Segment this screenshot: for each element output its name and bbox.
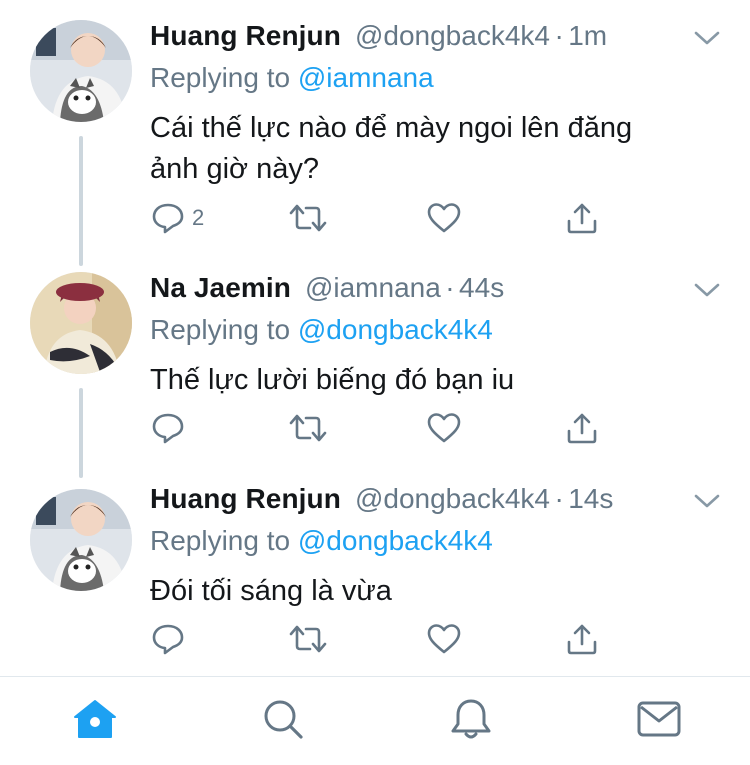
replying-to: Replying to @dongback4k4 [150,314,730,354]
heart-icon [426,622,462,656]
tweet-actions [150,619,620,659]
avatar-huang-renjun[interactable] [30,20,132,122]
avatar-huang-renjun[interactable] [30,489,132,591]
share-icon [564,201,600,235]
tab-search[interactable] [258,697,308,745]
reply-button[interactable] [150,619,192,659]
reply-icon [150,411,186,445]
replying-to-label: Replying to [150,525,298,556]
user-handle[interactable]: @dongback4k4 [355,20,550,51]
heart-icon [426,201,462,235]
tweet-header: Na Jaemin @iamnana · 44s [150,272,730,312]
reply-icon [150,622,186,656]
share-icon [564,411,600,445]
like-button[interactable] [426,408,462,448]
reply-button[interactable]: 2 [150,198,204,238]
separator-dot: · [554,20,564,51]
heart-icon [426,411,462,445]
reply-icon [150,201,186,235]
tweet-header: Huang Renjun @dongback4k4 · 1m [150,20,730,60]
thread-line [79,388,83,478]
reply-count: 2 [192,205,205,230]
user-handle[interactable]: @iamnana [305,272,441,303]
tweet-text-line: Thế lực lười biếng đó bạn iu [150,364,515,396]
separator-dot: · [554,483,564,514]
tab-notifications[interactable] [446,697,496,745]
timestamp[interactable]: 1m [568,20,607,51]
messages-icon [635,697,683,746]
tweet-text-line: ảnh giờ này? [150,153,319,185]
replying-to-label: Replying to [150,314,298,345]
mention-link[interactable]: @dongback4k4 [298,525,493,556]
retweet-button[interactable] [288,408,328,448]
mention-link[interactable]: @dongback4k4 [298,314,493,345]
separator-dot: · [445,272,455,303]
like-button[interactable] [426,619,462,659]
tweet-actions [150,408,620,448]
display-name[interactable]: Huang Renjun [150,483,341,514]
mention-link[interactable]: @iamnana [298,62,434,93]
like-button[interactable] [426,198,462,238]
share-button[interactable] [564,408,600,448]
replying-to: Replying to @iamnana [150,62,730,102]
share-button[interactable] [564,619,600,659]
chevron-down-icon[interactable] [690,487,724,517]
search-icon [259,696,307,747]
display-name[interactable]: Huang Renjun [150,20,341,51]
chevron-down-icon[interactable] [690,24,724,54]
tweet-text: Đói tối sáng là vừa [150,571,730,612]
retweet-button[interactable] [288,619,328,659]
reply-button[interactable] [150,408,192,448]
share-icon [564,622,600,656]
tab-home[interactable] [70,697,120,745]
bottom-tab-bar [0,676,750,765]
avatar-na-jaemin[interactable] [30,272,132,374]
display-name[interactable]: Na Jaemin [150,272,291,303]
timestamp[interactable]: 44s [459,272,504,303]
tweet-actions: 2 [150,198,620,238]
retweet-icon [288,622,328,656]
chevron-down-icon[interactable] [690,276,724,306]
timestamp[interactable]: 14s [568,483,613,514]
share-button[interactable] [564,198,600,238]
replying-to: Replying to @dongback4k4 [150,525,730,565]
retweet-icon [288,201,328,235]
tweet-text: Thế lực lười biếng đó bạn iu [150,360,730,401]
user-handle[interactable]: @dongback4k4 [355,483,550,514]
tweet-text-line: Đói tối sáng là vừa [150,575,392,607]
tweet-text-line: Cái thế lực nào để mày ngoi lên đăng [150,112,633,144]
retweet-button[interactable] [288,198,328,238]
tweet-header: Huang Renjun @dongback4k4 · 14s [150,483,730,523]
thread-line [79,136,83,266]
tab-messages[interactable] [634,697,684,745]
notifications-icon [447,696,495,747]
retweet-icon [288,411,328,445]
replying-to-label: Replying to [150,62,298,93]
tweet-text: Cái thế lực nào để mày ngoi lên đăng ảnh… [150,108,730,190]
home-icon [71,697,119,746]
